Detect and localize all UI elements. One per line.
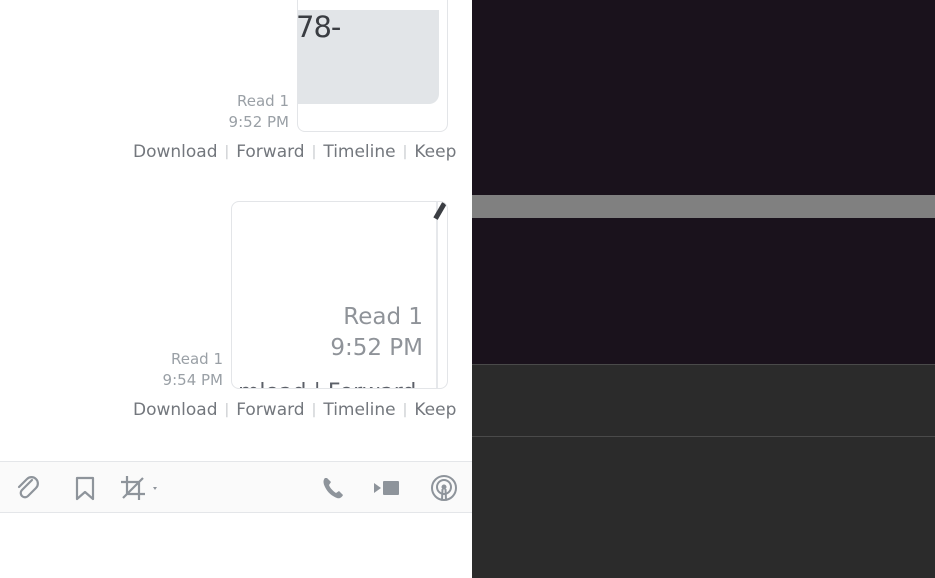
- video-icon[interactable]: [372, 474, 402, 502]
- message-time: 9:54 PM: [162, 371, 223, 389]
- image-preview-time: 9:52 PM: [330, 335, 423, 361]
- broadcast-icon[interactable]: [429, 474, 459, 502]
- image-preview-meta: Read 1 9:52 PM: [330, 302, 423, 364]
- keep-link[interactable]: Keep: [414, 142, 456, 162]
- timeline-link[interactable]: Timeline: [323, 142, 395, 162]
- chat-pane: 78- Read 1 9:52 PM Download | Forward | Time…: [0, 0, 472, 578]
- chat-toolbar: [0, 461, 472, 513]
- divider-line: [472, 436, 935, 437]
- bookmark-icon[interactable]: [70, 474, 100, 502]
- horizontal-divider-bar[interactable]: [472, 195, 935, 218]
- video-area-top: [472, 0, 935, 195]
- message-meta: Read 1 9:52 PM: [229, 91, 289, 133]
- phone-icon[interactable]: [318, 474, 348, 502]
- message-meta: Read 1 9:54 PM: [163, 349, 223, 391]
- separator: |: [311, 144, 317, 160]
- image-preview-read: Read 1: [343, 304, 423, 330]
- separator: |: [402, 144, 408, 160]
- download-link[interactable]: Download: [133, 142, 218, 162]
- download-link[interactable]: Download: [133, 400, 218, 420]
- attach-icon[interactable]: [13, 474, 43, 502]
- forward-link[interactable]: Forward: [236, 142, 304, 162]
- separator: |: [311, 402, 317, 418]
- video-pane: [472, 0, 935, 578]
- read-receipt: Read 1: [170, 350, 223, 368]
- video-area-middle: [472, 218, 935, 364]
- timeline-link[interactable]: Timeline: [323, 400, 395, 420]
- image-preview-edge: [436, 202, 438, 388]
- keep-link[interactable]: Keep: [414, 400, 456, 420]
- message-time: 9:52 PM: [228, 113, 289, 131]
- separator: |: [402, 402, 408, 418]
- image-message-thumbnail[interactable]: 78-: [297, 0, 448, 132]
- message-actions: Download | Forward | Timeline | Keep: [133, 142, 456, 162]
- image-preview-text: 78-: [297, 10, 341, 44]
- crop-icon[interactable]: [119, 474, 163, 502]
- lower-panel: [472, 364, 935, 578]
- image-preview-links: mload | Forward: [238, 380, 416, 388]
- read-receipt: Read 1: [236, 92, 289, 110]
- separator: |: [224, 402, 230, 418]
- image-message-thumbnail[interactable]: Read 1 9:52 PM mload | Forward: [231, 201, 448, 389]
- separator: |: [224, 144, 230, 160]
- forward-link[interactable]: Forward: [236, 400, 304, 420]
- message-actions: Download | Forward | Timeline | Keep: [133, 400, 456, 420]
